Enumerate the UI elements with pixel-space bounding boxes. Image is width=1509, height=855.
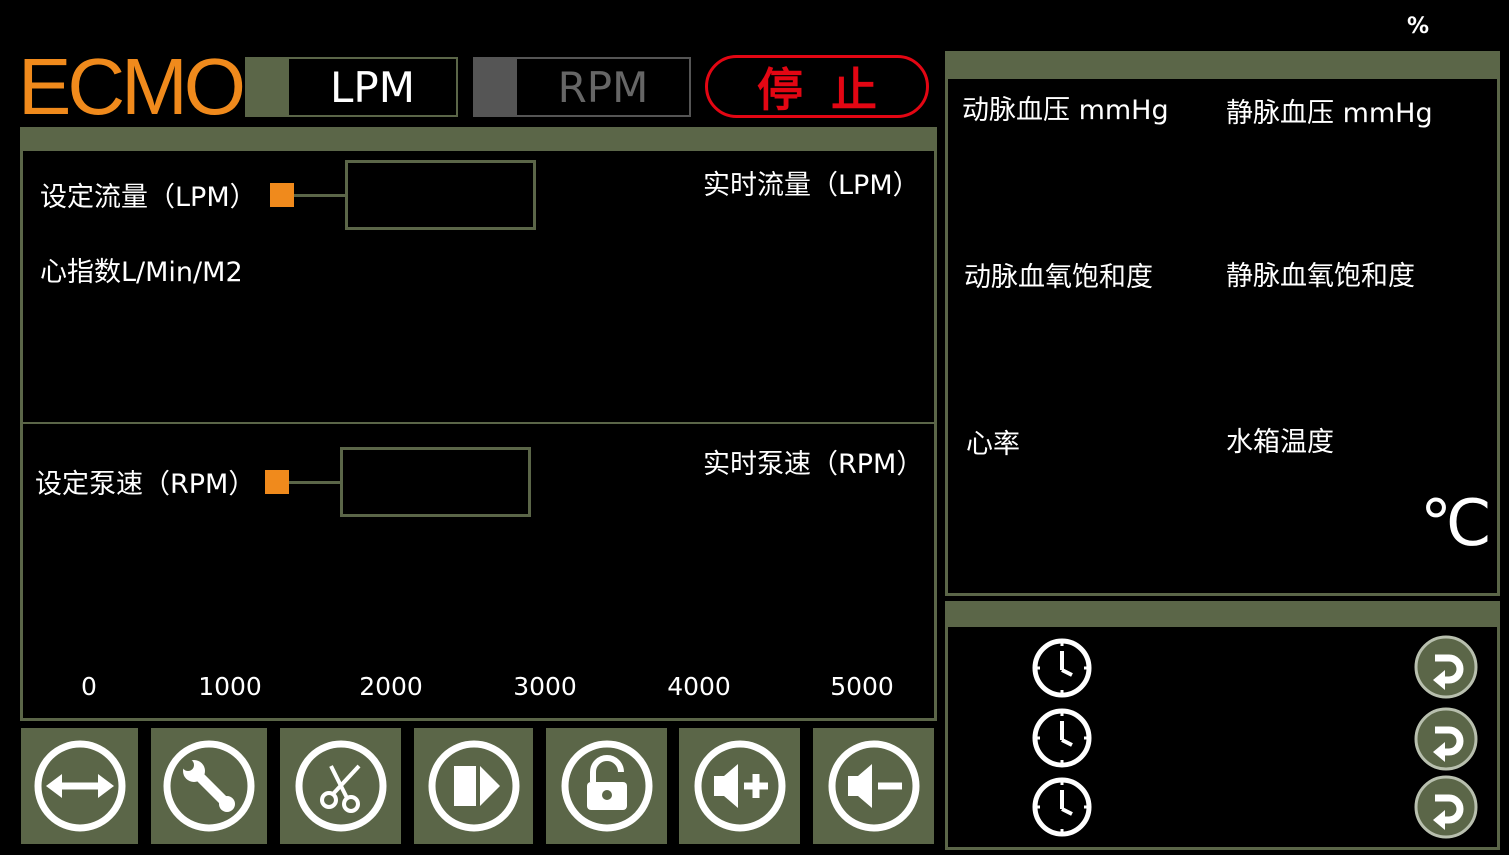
undo-icon xyxy=(1414,707,1478,771)
unlock-button[interactable] xyxy=(546,728,667,844)
stop-button[interactable]: 停止 xyxy=(705,55,929,118)
vitals-panel xyxy=(945,51,1500,596)
set-speed-handle[interactable] xyxy=(265,470,289,494)
ecmo-logo: ECMO xyxy=(18,42,246,131)
set-flow-handle[interactable] xyxy=(270,183,294,207)
realtime-speed-label: 实时泵速（RPM） xyxy=(703,449,924,480)
undo-icon xyxy=(1414,635,1478,699)
clock-icon xyxy=(1032,777,1092,837)
arterial-saturation-label: 动脉血氧饱和度 xyxy=(964,262,1153,293)
play-next-icon xyxy=(428,740,519,832)
timer-reset-button-1[interactable] xyxy=(1413,634,1479,700)
timer-reset-button-2[interactable] xyxy=(1413,706,1479,772)
rpm-mode-button[interactable]: RPM xyxy=(473,57,691,117)
percent-label: % xyxy=(1407,14,1430,39)
set-flow-input[interactable] xyxy=(345,160,536,230)
lpm-mode-label: LPM xyxy=(291,61,454,113)
cut-button[interactable] xyxy=(280,728,401,844)
scissors-icon xyxy=(295,740,386,832)
clock-icon xyxy=(1032,708,1092,768)
speed-scale-tick: 1000 xyxy=(198,672,262,701)
timer-row-1[interactable] xyxy=(1031,637,1093,699)
lpm-mode-indicator xyxy=(247,59,289,115)
arterial-pressure-label: 动脉血压 mmHg xyxy=(962,95,1169,126)
speed-scale-tick: 0 xyxy=(81,672,97,701)
unlock-icon xyxy=(561,740,652,832)
lpm-mode-button[interactable]: LPM xyxy=(245,57,458,117)
set-flow-label: 设定流量（LPM） xyxy=(40,182,257,213)
tank-temperature-label: 水箱温度 xyxy=(1226,427,1334,458)
timer-row-2[interactable] xyxy=(1031,707,1093,769)
speed-scale-tick: 3000 xyxy=(513,672,577,701)
clock-icon xyxy=(1032,638,1092,698)
speed-scale-tick: 2000 xyxy=(359,672,423,701)
set-flow-connector xyxy=(294,194,347,197)
set-speed-input[interactable] xyxy=(340,447,531,517)
venous-pressure-label: 静脉血压 mmHg xyxy=(1226,98,1433,129)
settings-button[interactable] xyxy=(151,728,267,844)
swap-arrows-icon xyxy=(34,740,125,832)
volume-up-button[interactable] xyxy=(679,728,800,844)
volume-down-button[interactable] xyxy=(813,728,934,844)
panel-divider xyxy=(23,422,934,424)
swap-button[interactable] xyxy=(21,728,138,844)
venous-saturation-label: 静脉血氧饱和度 xyxy=(1226,261,1415,292)
rpm-mode-label: RPM xyxy=(519,61,687,113)
set-speed-label: 设定泵速（RPM） xyxy=(35,469,256,500)
timer-reset-button-3[interactable] xyxy=(1413,774,1479,840)
temperature-unit: ℃ xyxy=(1420,487,1492,561)
undo-icon xyxy=(1414,775,1478,839)
rpm-mode-indicator xyxy=(475,59,517,115)
volume-down-icon xyxy=(828,740,919,832)
wrench-icon xyxy=(163,740,255,832)
speed-scale-tick: 5000 xyxy=(830,672,894,701)
heart-rate-label: 心率 xyxy=(966,429,1020,460)
timer-row-3[interactable] xyxy=(1031,776,1093,838)
next-button[interactable] xyxy=(414,728,533,844)
speed-scale-tick: 4000 xyxy=(667,672,731,701)
realtime-flow-label: 实时流量（LPM） xyxy=(703,170,920,201)
set-speed-connector xyxy=(289,481,342,484)
cardiac-index-label: 心指数L/Min/M2 xyxy=(40,257,243,288)
volume-up-icon xyxy=(694,740,785,832)
